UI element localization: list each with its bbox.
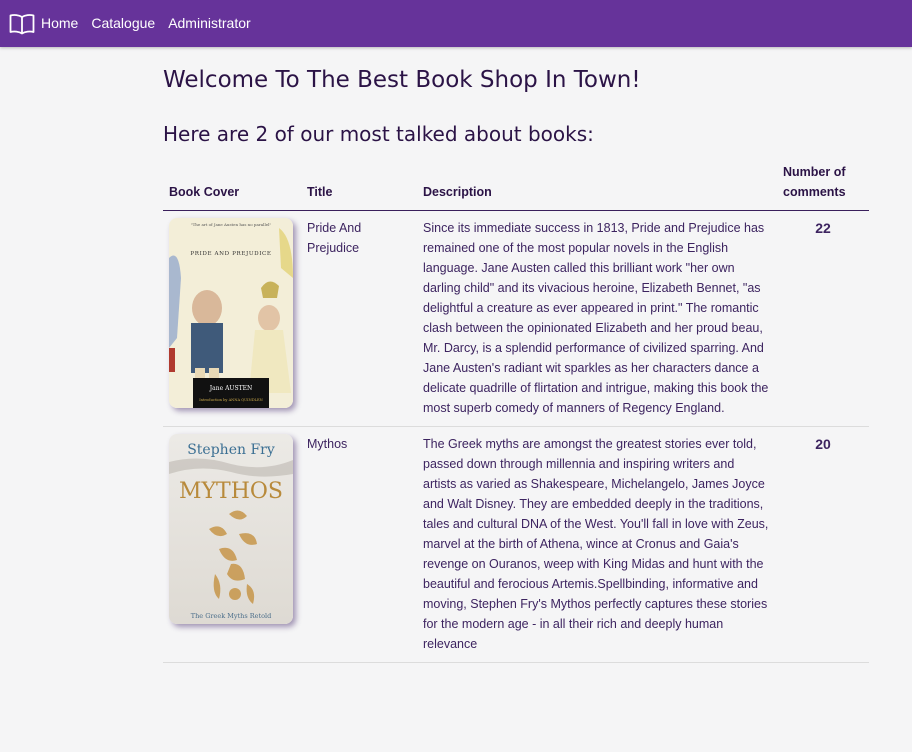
header-description: Description — [417, 162, 777, 211]
cover-author: Stephen Fry — [187, 442, 275, 458]
nav-link-catalogue[interactable]: Catalogue — [91, 0, 155, 47]
header-title: Title — [301, 162, 417, 211]
book-title[interactable]: Pride And Prejudice — [301, 210, 417, 427]
nav-link-home[interactable]: Home — [41, 0, 78, 47]
nav-link-administrator[interactable]: Administrator — [168, 0, 250, 47]
cover-quote: "The art of Jane Austen has no parallel" — [191, 222, 272, 227]
main-content: Welcome To The Best Book Shop In Town! H… — [163, 47, 869, 663]
comment-count: 22 — [777, 210, 869, 427]
cover-tagline: The Greek Myths Retold — [191, 612, 271, 620]
header-number-of-comments: Number of comments — [777, 162, 869, 211]
table-row: "The art of Jane Austen has no parallel"… — [163, 210, 869, 427]
books-table: Book Cover Title Description Number of c… — [163, 162, 869, 663]
cover-cell: Stephen Fry MYTHOS The Greek Myths Retol… — [163, 426, 301, 663]
cover-author: Jane AUSTEN — [209, 385, 252, 392]
page-title: Welcome To The Best Book Shop In Town! — [163, 67, 641, 93]
book-cover-pride-and-prejudice[interactable]: "The art of Jane Austen has no parallel"… — [169, 218, 293, 408]
cover-intro: Introduction by ANNA QUINDLEN — [199, 398, 263, 402]
book-description: Since its immediate success in 1813, Pri… — [417, 210, 777, 427]
book-description: The Greek myths are amongst the greatest… — [417, 426, 777, 663]
book-title[interactable]: Mythos — [301, 426, 417, 663]
table-header-row: Book Cover Title Description Number of c… — [163, 162, 869, 211]
cover-cell: "The art of Jane Austen has no parallel"… — [163, 210, 301, 427]
header-book-cover: Book Cover — [163, 162, 301, 211]
table-row: Stephen Fry MYTHOS The Greek Myths Retol… — [163, 426, 869, 663]
open-book-icon[interactable] — [9, 13, 35, 35]
top-navbar: Home Catalogue Administrator — [0, 0, 912, 47]
comment-count: 20 — [777, 426, 869, 663]
book-cover-mythos[interactable]: Stephen Fry MYTHOS The Greek Myths Retol… — [169, 434, 293, 624]
cover-title: PRIDE AND PREJUDICE — [190, 251, 271, 257]
page-subtitle: Here are 2 of our most talked about book… — [163, 122, 594, 146]
cover-title: MYTHOS — [179, 479, 283, 504]
